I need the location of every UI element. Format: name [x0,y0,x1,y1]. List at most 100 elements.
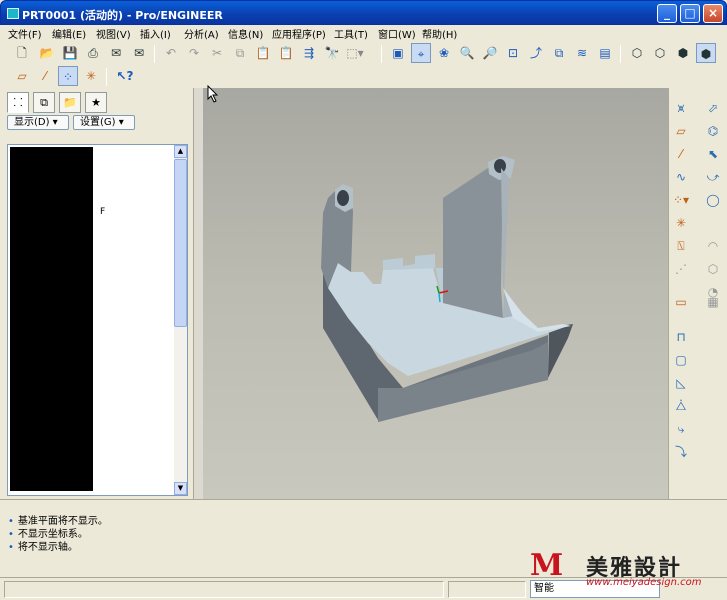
chamfer-tool-icon[interactable]: ◠ [703,236,723,256]
menu-info[interactable]: 信息(N) [228,26,263,41]
select-box-icon[interactable]: ⬚▾ [345,43,365,63]
datum-plane-tool-icon[interactable]: ⩙ [671,98,691,118]
watermark: M 美雅設計 www.meiyadesign.com [530,548,725,594]
panel-splitter[interactable] [193,88,203,499]
view-manager-icon[interactable]: ▤ [595,43,615,63]
find-icon[interactable]: 🔭 [322,43,342,63]
menu-window[interactable]: 窗口(W) [378,26,416,41]
tree-scrollbar[interactable]: ▲ ▼ [174,145,187,495]
model-tree[interactable]: F ▲ ▼ [7,144,188,496]
message-line-3: 将不显示轴。 [8,538,78,553]
proe-app-icon [7,8,19,19]
sketch-tool-icon[interactable]: ✳ [671,213,691,233]
menu-analysis[interactable]: 分析(A) [184,26,219,41]
email-link-icon[interactable]: ✉ [129,43,149,63]
window-title-bar[interactable]: PRT0001 (活动的) - Pro/ENGINEER _ □ × [0,0,727,25]
layers-icon[interactable]: ≋ [572,43,592,63]
wireframe-icon[interactable]: ⬡ [627,43,647,63]
folder-browser-icon: 📁 [63,96,77,109]
shading-icon[interactable]: ⬢ [696,43,716,63]
menu-insert[interactable]: 插入(I) [140,26,171,41]
sweep-tool-icon[interactable]: ▢ [671,350,691,370]
window-title: PRT0001 (活动的) - Pro/ENGINEER [22,9,223,22]
email-icon[interactable]: ✉ [106,43,126,63]
paste-icon[interactable]: 📋 [253,43,273,63]
repaint-icon[interactable]: ▣ [388,43,408,63]
minimize-button[interactable]: _ [657,4,677,23]
watermark-url: www.meiyadesign.com [586,577,702,588]
offset-tool-icon[interactable]: ⧊ [671,396,691,416]
scroll-thumb[interactable] [174,159,187,327]
scroll-up-arrow[interactable]: ▲ [174,145,187,158]
model-tree-tab[interactable]: ⸬ [7,92,29,113]
merge-tool-icon[interactable]: ⋰ [671,259,691,279]
scroll-down-arrow[interactable]: ▼ [174,482,187,495]
main-toolbar: 🗋 📂 💾 ⎙ ✉ ✉ ↶ ↷ ✂ ⧉ 📋 📋 ⇶ 🔭 ⬚▾ ▣ ⌖ ❀ 🔍 🔎… [0,43,727,65]
layers-tab-icon: ⧉ [40,96,48,109]
extrude-tool-icon[interactable]: ▭ [671,292,691,312]
menu-tools[interactable]: 工具(T) [334,26,368,41]
blend-tool-icon[interactable]: ◺ [671,373,691,393]
show-dropdown[interactable]: 显示(D) ▾ [7,115,69,130]
context-help-icon[interactable]: ↖? [115,66,135,86]
csys-tool-icon[interactable]: ∿ [671,167,691,187]
menu-file[interactable]: 文件(F) [8,26,42,41]
save-icon[interactable]: 💾 [60,43,80,63]
paste-special-icon[interactable]: 📋 [276,43,296,63]
menu-view[interactable]: 视图(V) [96,26,131,41]
watermark-logo: M [530,548,564,583]
folder-browser-tab[interactable]: 📁 [59,92,81,113]
hole-tool-icon[interactable]: ⌬ [703,121,723,141]
orient-icon[interactable]: ❀ [434,43,454,63]
undo-icon[interactable]: ↶ [161,43,181,63]
open-icon[interactable]: 📂 [37,43,57,63]
reorient-icon[interactable]: ⤴ [526,43,546,63]
part-model [321,156,573,422]
maximize-button[interactable]: □ [680,4,700,23]
graphics-window[interactable] [203,88,668,499]
favorites-icon: ★ [91,96,101,109]
round-tool-icon[interactable]: ⍂ [671,236,691,256]
csys-icon[interactable]: ✳ [81,66,101,86]
datum-planes-icon[interactable]: ▱ [12,66,32,86]
analysis-tool-icon[interactable]: ⁘▾ [671,190,691,210]
print-icon[interactable]: ⎙ [83,43,103,63]
refit-icon[interactable]: ⊡ [503,43,523,63]
copy-icon[interactable]: ⧉ [230,43,250,63]
zoom-out-icon[interactable]: 🔎 [480,43,500,63]
shell-tool-icon[interactable]: ⬉ [703,144,723,164]
datum-axes-icon[interactable]: ⁄ [35,66,55,86]
rib-tool-icon[interactable]: ⤻ [703,167,723,187]
regenerate-icon[interactable]: ⇶ [299,43,319,63]
datum-points-icon[interactable]: ⁘ [58,66,78,86]
pattern-tool-icon[interactable]: ⬡ [703,259,723,279]
datum-point-tool-icon[interactable]: ⁄ [671,144,691,164]
redo-icon[interactable]: ↷ [184,43,204,63]
menu-help[interactable]: 帮助(H) [422,26,457,41]
datum-axis-tool-icon[interactable]: ⬀ [703,98,723,118]
close-button[interactable]: × [703,4,723,23]
spin-center-icon[interactable]: ⌖ [411,43,431,63]
model-tree-icon: ⸬ [13,96,23,109]
new-icon[interactable]: 🗋 [12,43,32,63]
saved-views-icon[interactable]: ⧉ [549,43,569,63]
zoom-in-icon[interactable]: 🔍 [457,43,477,63]
tree-stray-text: F [100,207,106,217]
draft-tool-icon[interactable]: ◯ [703,190,723,210]
tree-content-redacted [10,147,93,491]
cut-icon[interactable]: ✂ [207,43,227,63]
menu-edit[interactable]: 编辑(E) [52,26,86,41]
menu-bar: 文件(F) 编辑(E) 视图(V) 插入(I) 分析(A) 信息(N) 应用程序… [0,25,727,41]
revolve-tool-icon[interactable]: ⊓ [671,327,691,347]
wrap-tool-icon[interactable]: ⤵ [671,442,691,462]
hidden-line-icon[interactable]: ⬡ [650,43,670,63]
layers-tab[interactable]: ⧉ [33,92,55,113]
favorites-tab[interactable]: ★ [85,92,107,113]
menu-applications[interactable]: 应用程序(P) [272,26,326,41]
fill-tool-icon[interactable]: ⤷ [671,419,691,439]
status-field-main [4,581,444,598]
no-hidden-icon[interactable]: ⬢ [673,43,693,63]
datum-curve-tool-icon[interactable]: ▱ [671,121,691,141]
mirror-tool-icon[interactable]: ▦ [703,292,723,312]
settings-dropdown[interactable]: 设置(G) ▾ [73,115,135,130]
